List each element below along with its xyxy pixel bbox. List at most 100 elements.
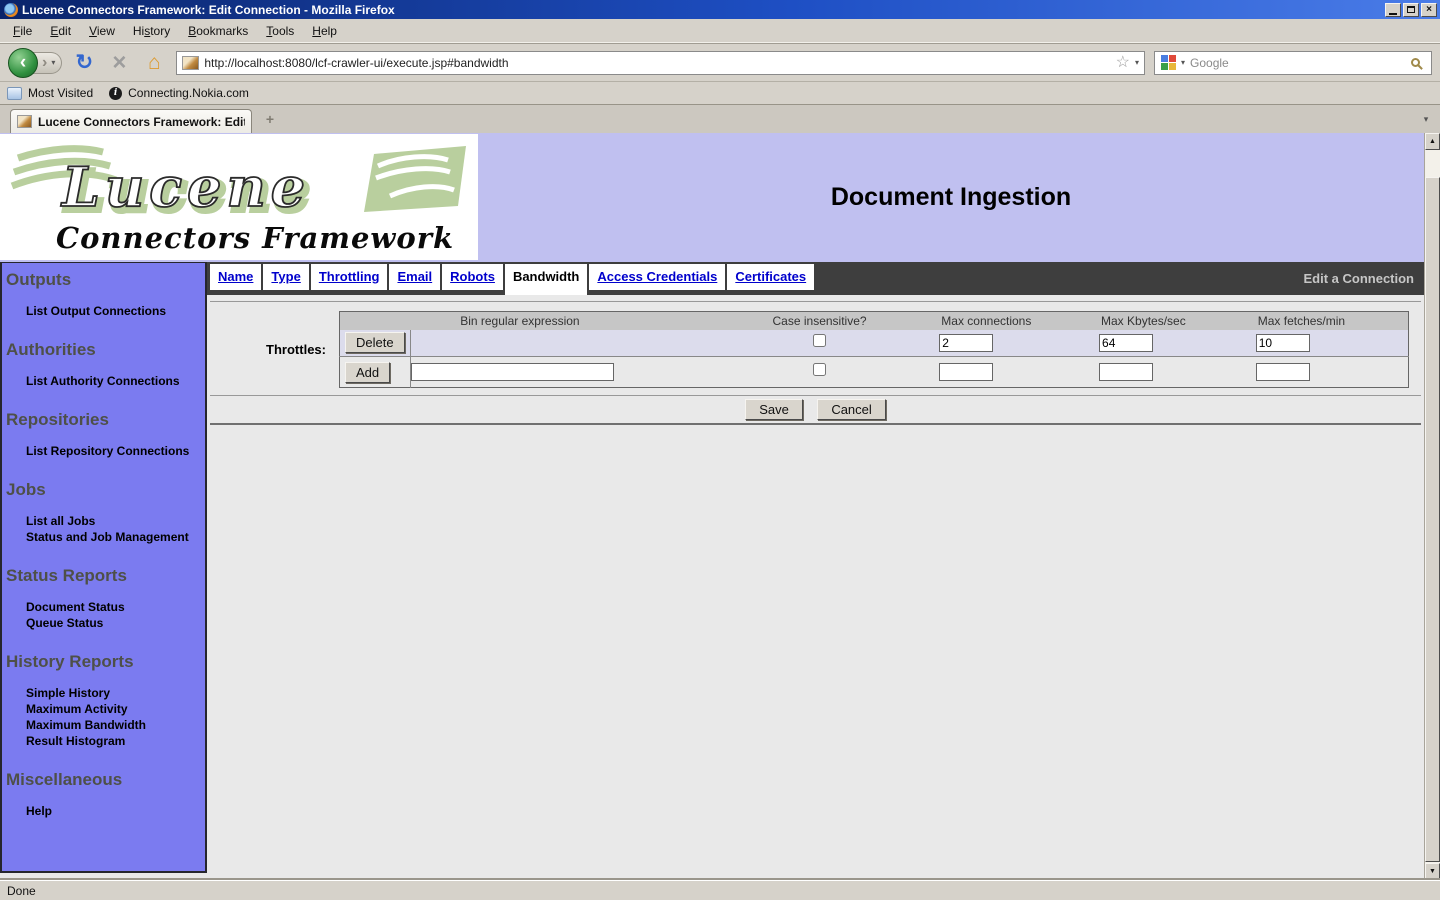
scroll-up-button[interactable]: ▲ xyxy=(1425,133,1440,150)
search-engine-dropdown-icon[interactable]: ▾ xyxy=(1181,59,1185,67)
new-case-insensitive-checkbox[interactable] xyxy=(813,363,826,376)
save-button[interactable]: Save xyxy=(745,399,803,420)
close-button[interactable]: × xyxy=(1421,3,1437,17)
tab-type[interactable]: Type xyxy=(263,264,308,290)
new-max-kbytes-input[interactable] xyxy=(1099,363,1153,381)
page-content: Lucene Lucene Connectors Framework Docum… xyxy=(0,133,1424,880)
sidebar: Outputs List Output Connections Authorit… xyxy=(0,262,207,873)
search-input[interactable] xyxy=(1190,56,1406,70)
max-connections-input[interactable] xyxy=(939,334,993,352)
lucene-logo-script: Lucene Lucene xyxy=(8,142,470,224)
max-kbytes-input[interactable] xyxy=(1099,334,1153,352)
new-tab-button[interactable]: + xyxy=(257,109,283,129)
tab-throttling[interactable]: Throttling xyxy=(311,264,388,290)
sidebar-link-list-authority-connections[interactable]: List Authority Connections xyxy=(4,373,205,389)
throttles-table: Bin regular expression Case insensitive?… xyxy=(339,311,1409,388)
tab-name[interactable]: Name xyxy=(210,264,261,290)
scrollbar-thumb[interactable] xyxy=(1425,177,1440,862)
menu-bar: File Edit View History Bookmarks Tools H… xyxy=(0,19,1440,43)
sidebar-link-status-job-management[interactable]: Status and Job Management xyxy=(4,529,205,545)
bookmark-connecting-nokia[interactable]: i Connecting.Nokia.com xyxy=(109,86,249,100)
home-button[interactable]: ⌂ xyxy=(141,50,167,76)
col-bin-regex: Bin regular expression xyxy=(340,312,700,330)
vertical-scrollbar[interactable]: ▲ ▼ xyxy=(1424,133,1440,880)
sidebar-heading-jobs: Jobs xyxy=(4,480,205,500)
sidebar-link-simple-history[interactable]: Simple History xyxy=(4,685,205,701)
throttle-row: Delete xyxy=(340,330,1409,357)
menu-help[interactable]: Help xyxy=(303,20,346,42)
menu-edit[interactable]: Edit xyxy=(41,20,80,42)
menu-bookmarks[interactable]: Bookmarks xyxy=(179,20,257,42)
col-max-kbytes: Max Kbytes/sec xyxy=(1099,312,1256,330)
forward-button[interactable]: › xyxy=(42,55,47,71)
back-button[interactable]: ‹ xyxy=(8,48,38,78)
page-banner: Lucene Lucene Connectors Framework Docum… xyxy=(0,133,1424,262)
reload-button[interactable]: ↻ xyxy=(71,50,97,76)
sidebar-heading-status-reports: Status Reports xyxy=(4,566,205,586)
tab-robots[interactable]: Robots xyxy=(442,264,503,290)
sidebar-link-maximum-activity[interactable]: Maximum Activity xyxy=(4,701,205,717)
status-text: Done xyxy=(7,884,36,898)
search-icon[interactable] xyxy=(1411,58,1420,67)
sidebar-link-list-all-jobs[interactable]: List all Jobs xyxy=(4,513,205,529)
sidebar-link-queue-status[interactable]: Queue Status xyxy=(4,615,205,631)
location-bar[interactable]: ☆ ▾ xyxy=(176,51,1145,75)
browser-tab-active[interactable]: Lucene Connectors Framework: Edit ... xyxy=(10,109,252,133)
search-box[interactable]: ▾ xyxy=(1154,51,1432,75)
max-fetches-input[interactable] xyxy=(1256,334,1310,352)
sidebar-heading-history-reports: History Reports xyxy=(4,652,205,672)
sidebar-heading-miscellaneous: Miscellaneous xyxy=(4,770,205,790)
throttle-bin-regex-value xyxy=(410,330,700,357)
bookmark-most-visited[interactable]: Most Visited xyxy=(7,86,93,100)
urlbar-dropdown-icon[interactable]: ▾ xyxy=(1135,59,1139,67)
col-max-connections: Max connections xyxy=(939,312,1099,330)
divider xyxy=(210,301,1421,302)
menu-history[interactable]: History xyxy=(124,20,179,42)
context-label: Edit a Connection xyxy=(1304,271,1425,286)
url-input[interactable] xyxy=(204,56,1110,70)
sidebar-link-list-repository-connections[interactable]: List Repository Connections xyxy=(4,443,205,459)
menu-view[interactable]: View xyxy=(80,20,124,42)
logo-subtitle: Connectors Framework xyxy=(56,221,478,255)
window-title: Lucene Connectors Framework: Edit Connec… xyxy=(22,3,1385,17)
sidebar-link-list-output-connections[interactable]: List Output Connections xyxy=(4,303,205,319)
divider xyxy=(210,395,1421,396)
tab-bandwidth[interactable]: Bandwidth xyxy=(505,264,587,295)
sidebar-heading-authorities: Authorities xyxy=(4,340,205,360)
menu-file[interactable]: File xyxy=(4,20,41,42)
restore-icon xyxy=(1407,6,1415,13)
cancel-button[interactable]: Cancel xyxy=(817,399,885,420)
sidebar-link-help[interactable]: Help xyxy=(4,803,205,819)
add-throttle-button[interactable]: Add xyxy=(345,362,390,383)
sidebar-link-document-status[interactable]: Document Status xyxy=(4,599,205,615)
tab-email[interactable]: Email xyxy=(389,264,440,290)
scroll-down-button[interactable]: ▼ xyxy=(1425,863,1440,880)
stop-button[interactable]: × xyxy=(106,50,132,76)
list-all-tabs-button[interactable]: ▾ xyxy=(1417,111,1435,127)
bookmark-star-icon[interactable]: ☆ xyxy=(1116,55,1130,71)
case-insensitive-checkbox[interactable] xyxy=(813,334,826,347)
bookmarks-toolbar: Most Visited i Connecting.Nokia.com xyxy=(0,81,1440,104)
menu-tools[interactable]: Tools xyxy=(257,20,303,42)
page-title: Document Ingestion xyxy=(478,133,1424,262)
window-titlebar: Lucene Connectors Framework: Edit Connec… xyxy=(0,0,1440,19)
new-bin-regex-input[interactable] xyxy=(411,363,614,381)
tab-access-credentials[interactable]: Access Credentials xyxy=(589,264,725,290)
sidebar-link-maximum-bandwidth[interactable]: Maximum Bandwidth xyxy=(4,717,205,733)
tab-bar: Lucene Connectors Framework: Edit ... + … xyxy=(0,104,1440,133)
minimize-button[interactable] xyxy=(1385,3,1401,17)
new-max-fetches-input[interactable] xyxy=(1256,363,1310,381)
divider xyxy=(210,423,1421,425)
throttles-label: Throttles: xyxy=(207,342,339,357)
delete-throttle-button[interactable]: Delete xyxy=(345,332,405,353)
tab-certificates[interactable]: Certificates xyxy=(727,264,814,290)
history-dropdown-icon[interactable]: ▾ xyxy=(51,59,55,67)
info-icon: i xyxy=(109,87,122,100)
lucene-feather-icon xyxy=(364,146,466,212)
new-max-connections-input[interactable] xyxy=(939,363,993,381)
sidebar-link-result-histogram[interactable]: Result Histogram xyxy=(4,733,205,749)
tab-favicon xyxy=(17,115,32,128)
minimize-icon xyxy=(1389,13,1397,15)
sidebar-heading-repositories: Repositories xyxy=(4,410,205,430)
restore-button[interactable] xyxy=(1403,3,1419,17)
